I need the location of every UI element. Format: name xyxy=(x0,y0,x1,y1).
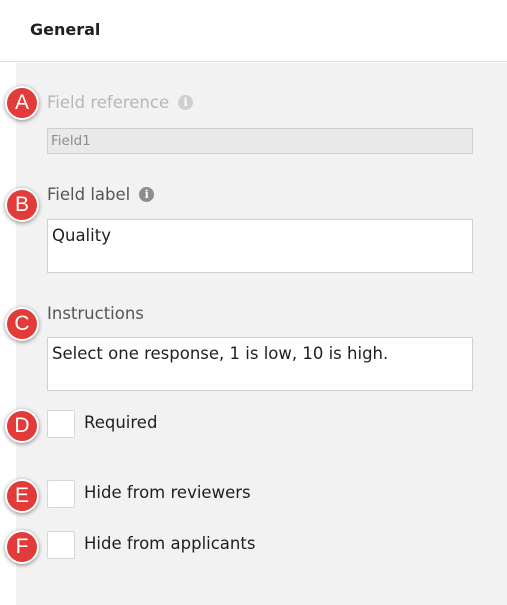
field-reference-label: Field reference xyxy=(47,93,170,112)
instructions-label: Instructions xyxy=(47,304,144,323)
hide-from-applicants-checkbox[interactable] xyxy=(47,531,75,559)
field-label-label-row: Field label i xyxy=(47,185,155,204)
required-label[interactable]: Required xyxy=(84,413,157,432)
hide-from-applicants-label[interactable]: Hide from applicants xyxy=(84,534,255,553)
required-checkbox[interactable] xyxy=(47,410,75,438)
field-label-input[interactable]: Quality xyxy=(47,219,473,273)
hide-from-reviewers-label[interactable]: Hide from reviewers xyxy=(84,483,251,502)
field-reference-input[interactable]: Field1 xyxy=(47,128,473,154)
field-reference-label-row: Field reference i xyxy=(47,93,194,112)
section-header: General xyxy=(0,0,507,62)
callout-marker-b: B xyxy=(5,188,39,222)
instructions-input[interactable]: Select one response, 1 is low, 10 is hig… xyxy=(47,337,473,391)
hide-from-reviewers-checkbox[interactable] xyxy=(47,480,75,508)
callout-marker-c: C xyxy=(5,307,39,341)
info-icon[interactable]: i xyxy=(178,95,194,110)
info-icon[interactable]: i xyxy=(139,187,155,202)
callout-marker-f: F xyxy=(5,530,39,564)
callout-marker-e: E xyxy=(5,479,39,513)
section-title: General xyxy=(30,20,101,39)
callout-marker-a: A xyxy=(5,86,39,120)
callout-marker-d: D xyxy=(5,409,39,443)
instructions-label-row: Instructions xyxy=(47,304,144,323)
field-label-label: Field label xyxy=(47,185,131,204)
